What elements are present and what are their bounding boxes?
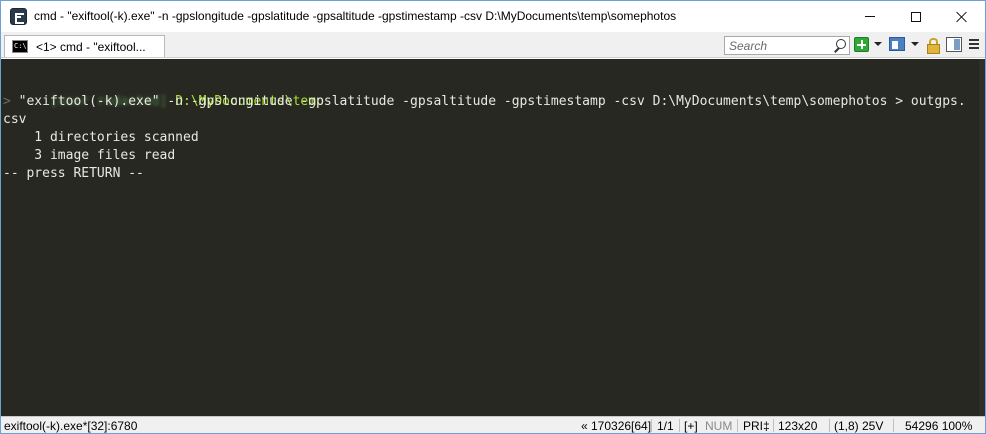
vertical-scrollbar[interactable]	[979, 59, 985, 416]
search-box[interactable]	[724, 36, 850, 55]
console-icon	[12, 40, 28, 53]
status-separator	[829, 419, 830, 432]
status-page[interactable]: 1/1	[657, 419, 674, 433]
split-layout-icon[interactable]	[889, 37, 905, 51]
close-icon	[956, 11, 968, 23]
search-input[interactable]	[725, 37, 825, 55]
status-cursor[interactable]: (1,8) 25V	[834, 419, 883, 433]
status-buffer[interactable]: « 170326[64]	[581, 419, 651, 433]
status-separator	[893, 419, 894, 432]
status-size[interactable]: 123x20	[778, 419, 817, 433]
status-plus[interactable]: [+]	[684, 419, 698, 433]
console-area[interactable]: [user redacted] D:\MyDocuments\temp > "e…	[1, 59, 985, 416]
search-icon[interactable]	[832, 39, 846, 53]
panel-view-icon[interactable]	[946, 37, 962, 52]
status-separator	[737, 419, 738, 432]
status-separator	[651, 419, 652, 432]
close-button[interactable]	[939, 1, 985, 32]
output-line: 1 directories scanned	[3, 130, 199, 145]
layout-dropdown-icon[interactable]	[911, 42, 919, 46]
new-console-icon[interactable]	[854, 37, 869, 52]
status-pid-zoom[interactable]: 54296 100%	[905, 419, 972, 433]
maximize-button[interactable]	[893, 1, 939, 32]
conemu-window: cmd - "exiftool(-k).exe" -n -gpslongitud…	[0, 0, 986, 434]
command-wrap-line: csv	[3, 112, 27, 127]
lock-icon[interactable]	[927, 38, 940, 54]
status-bar: exiftool(-k).exe*[32]:6780 « 170326[64] …	[1, 416, 985, 433]
status-process[interactable]: exiftool(-k).exe*[32]:6780	[4, 419, 137, 433]
title-bar[interactable]: cmd - "exiftool(-k).exe" -n -gpslongitud…	[1, 1, 985, 32]
minimize-icon	[865, 16, 875, 17]
tab-cmd[interactable]: <1> cmd - "exiftool...	[4, 35, 165, 57]
conemu-app-icon[interactable]	[10, 8, 27, 25]
tab-label: <1> cmd - "exiftool...	[36, 39, 146, 54]
command-text: "exiftool(-k).exe" -n -gpslongitude -gps…	[10, 94, 966, 109]
status-separator	[773, 419, 774, 432]
output-line: 3 image files read	[3, 148, 176, 163]
hamburger-menu-icon[interactable]	[967, 37, 981, 52]
minimize-button[interactable]	[847, 1, 893, 32]
status-num[interactable]: NUM	[705, 419, 732, 433]
tab-bar: <1> cmd - "exiftool...	[1, 32, 985, 58]
status-priority[interactable]: PRI‡	[743, 419, 770, 433]
command-line: > "exiftool(-k).exe" -n -gpslongitude -g…	[3, 93, 966, 111]
status-separator	[679, 419, 680, 432]
output-line: -- press RETURN --	[3, 166, 144, 181]
maximize-icon	[911, 11, 921, 22]
prompt-char: >	[3, 94, 11, 109]
new-console-dropdown-icon[interactable]	[874, 42, 882, 46]
window-title: cmd - "exiftool(-k).exe" -n -gpslongitud…	[34, 9, 677, 23]
